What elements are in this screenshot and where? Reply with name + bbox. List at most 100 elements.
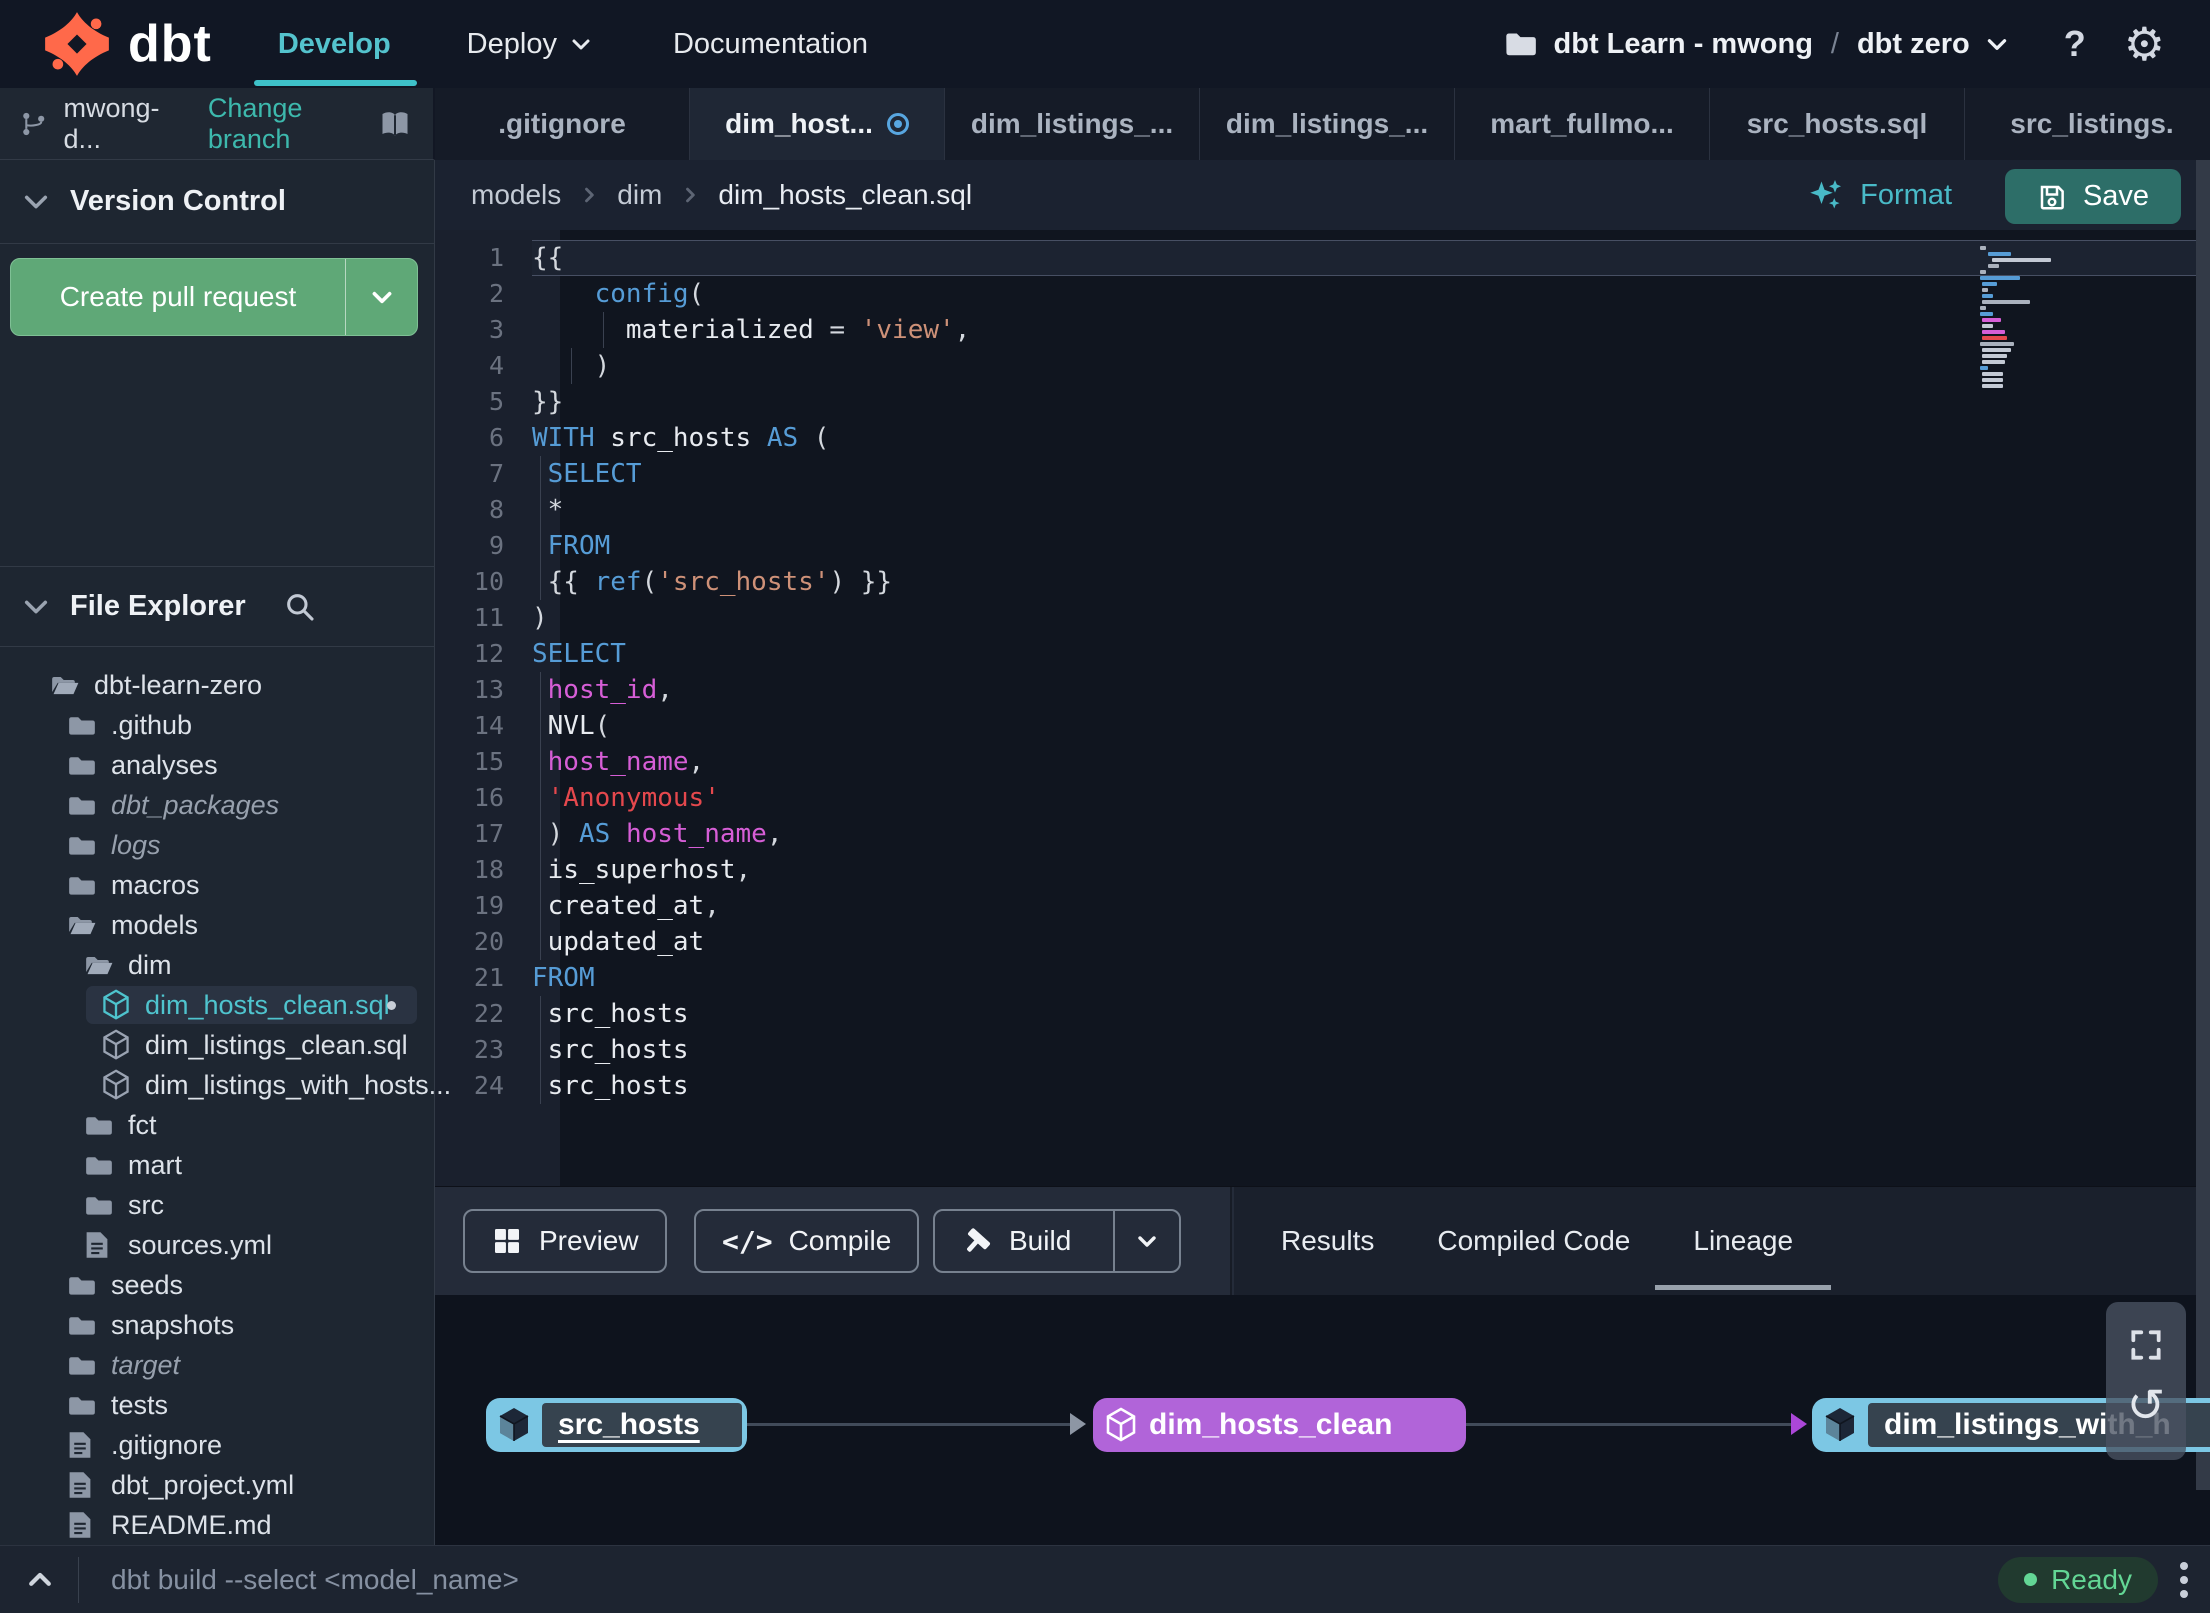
change-branch-link[interactable]: Change branch — [208, 93, 377, 155]
code-line[interactable]: 19 created_at, — [435, 888, 2210, 924]
lineage-node-dim_hosts_clean[interactable]: dim_hosts_clean — [1093, 1398, 1466, 1452]
pr-dropdown-button[interactable] — [345, 259, 417, 335]
tree-item-tests[interactable]: tests — [0, 1385, 434, 1425]
save-button[interactable]: Save — [2005, 169, 2181, 224]
tree-item--github[interactable]: .github — [0, 705, 434, 745]
lineage-node-src_hosts[interactable]: src_hosts — [486, 1398, 747, 1452]
code-line[interactable]: 22 src_hosts — [435, 996, 2210, 1032]
tree-item-dbt-project-yml[interactable]: dbt_project.yml — [0, 1465, 434, 1505]
tree-item-seeds[interactable]: seeds — [0, 1265, 434, 1305]
kebab-menu-icon[interactable] — [2180, 1561, 2188, 1598]
folder-icon — [67, 1352, 97, 1378]
tree-item-macros[interactable]: macros — [0, 865, 434, 905]
tab-compiled-code[interactable]: Compiled Code — [1437, 1225, 1630, 1257]
code-line[interactable]: 21 FROM — [435, 960, 2210, 996]
code-line[interactable]: 11) — [435, 600, 2210, 636]
tree-item-logs[interactable]: logs — [0, 825, 434, 865]
tree-item-dim-listings-with-hosts-[interactable]: dim_listings_with_hosts... — [0, 1065, 451, 1105]
tree-item-dim-listings-clean-sql[interactable]: dim_listings_clean.sql — [0, 1025, 434, 1065]
code-line[interactable]: 7 SELECT — [435, 456, 2210, 492]
nav-right-cluster: dbt Learn - mwong / dbt zero ? ⚙ — [1504, 21, 2165, 67]
tab-lineage[interactable]: Lineage — [1655, 1225, 1831, 1290]
fullscreen-icon[interactable] — [2127, 1326, 2165, 1364]
nav-deploy[interactable]: Deploy — [467, 28, 593, 61]
code-line[interactable]: 8 * — [435, 492, 2210, 528]
preview-button[interactable]: Preview — [463, 1209, 667, 1273]
tree-item-mart[interactable]: mart — [0, 1145, 434, 1185]
tree-item-sources-yml[interactable]: sources.yml — [0, 1225, 434, 1265]
line-number: 4 — [488, 351, 504, 380]
tree-item-fct[interactable]: fct — [0, 1105, 434, 1145]
tab-label: dim_listings_... — [970, 108, 1174, 139]
help-icon[interactable]: ? — [2064, 23, 2086, 65]
tab-results[interactable]: Results — [1281, 1225, 1374, 1257]
chevron-down-icon[interactable] — [1984, 31, 2010, 57]
code-line[interactable]: 23 src_hosts — [435, 1032, 2210, 1068]
dbt-logo[interactable]: dbt — [38, 10, 212, 78]
code-line[interactable]: 24 src_hosts — [435, 1068, 2210, 1104]
minimap[interactable] — [1980, 246, 2052, 390]
code-line[interactable]: 16 'Anonymous' — [435, 780, 2210, 816]
code-line[interactable]: 10 {{ ref('src_hosts') }} — [435, 564, 2210, 600]
chevron-up-icon[interactable] — [22, 1565, 58, 1595]
vertical-scrollbar[interactable] — [2196, 160, 2210, 1490]
line-content: {{ — [532, 240, 2210, 276]
editor-tab[interactable]: src_listings. — [1965, 88, 2210, 160]
status-badge[interactable]: Ready — [1998, 1556, 2158, 1603]
code-line[interactable]: 17 ) AS host_name, — [435, 816, 2210, 852]
gear-icon[interactable]: ⚙ — [2124, 21, 2165, 67]
tree-item-models[interactable]: models — [0, 905, 434, 945]
compile-button[interactable]: </> Compile — [694, 1209, 920, 1273]
code-line[interactable]: 14 NVL( — [435, 708, 2210, 744]
tree-item--gitignore[interactable]: .gitignore — [0, 1425, 434, 1465]
version-control-header[interactable]: Version Control — [0, 160, 434, 244]
editor-tab[interactable]: dim_listings_... — [945, 88, 1200, 160]
tree-item-dbt-learn-zero[interactable]: dbt-learn-zero — [0, 665, 434, 705]
build-dropdown-button[interactable] — [1113, 1211, 1179, 1271]
code-line[interactable]: 15 host_name, — [435, 744, 2210, 780]
code-line[interactable]: 18 is_superhost, — [435, 852, 2210, 888]
line-content: materialized = 'view', — [532, 312, 2210, 348]
create-pull-request-button[interactable]: Create pull request — [10, 258, 418, 336]
format-button[interactable]: Format — [1808, 160, 1952, 230]
code-line[interactable]: 4 ) — [435, 348, 2210, 384]
code-line[interactable]: 13 host_id, — [435, 672, 2210, 708]
code-line[interactable]: 12 SELECT — [435, 636, 2210, 672]
code-editor[interactable]: 1{{2 config(3 materialized = 'view', 4 ) 5… — [435, 230, 2210, 1186]
code-line[interactable]: 9 FROM — [435, 528, 2210, 564]
tree-item-dbt-packages[interactable]: dbt_packages — [0, 785, 434, 825]
line-number: 19 — [473, 891, 504, 920]
editor-tab[interactable]: dim_host... — [690, 88, 945, 160]
code-line[interactable]: 5}} — [435, 384, 2210, 420]
environment-selector[interactable]: dbt zero — [1857, 28, 1970, 61]
command-input[interactable]: dbt build --select <model_name> — [111, 1564, 519, 1596]
code-line[interactable]: 3 materialized = 'view', — [435, 312, 2210, 348]
editor-tab[interactable]: src_hosts.sql — [1710, 88, 1965, 160]
tree-item-dim-hosts-clean-sql[interactable]: dim_hosts_clean.sql — [0, 985, 434, 1025]
editor-tab[interactable]: dim_listings_... — [1200, 88, 1455, 160]
folder-icon — [67, 752, 97, 778]
reset-view-icon[interactable]: ↺ — [2127, 1382, 2166, 1428]
editor-tab[interactable]: .gitignore — [435, 88, 690, 160]
code-line[interactable]: 2 config( — [435, 276, 2210, 312]
code-line[interactable]: 1 {{ — [435, 240, 2210, 276]
file-explorer-header[interactable]: File Explorer — [0, 566, 434, 647]
lineage-controls: ↺ — [2106, 1302, 2186, 1460]
nav-develop[interactable]: Develop — [253, 28, 417, 86]
tree-item-snapshots[interactable]: snapshots — [0, 1305, 434, 1345]
top-navbar: dbt Develop Deploy Documentation dbt Lea… — [0, 0, 2210, 88]
code-line[interactable]: 20 updated_at — [435, 924, 2210, 960]
nav-documentation[interactable]: Documentation — [673, 28, 868, 61]
editor-tab[interactable]: mart_fullmo... — [1455, 88, 1710, 160]
docs-book-icon[interactable] — [377, 109, 413, 139]
tree-item-analyses[interactable]: analyses — [0, 745, 434, 785]
project-name[interactable]: dbt Learn - mwong — [1554, 28, 1813, 61]
tree-item-dim[interactable]: dim — [0, 945, 434, 985]
tree-item-src[interactable]: src — [0, 1185, 434, 1225]
tree-item-readme-md[interactable]: README.md — [0, 1505, 434, 1545]
line-number: 3 — [488, 315, 504, 344]
code-line[interactable]: 6 WITH src_hosts AS ( — [435, 420, 2210, 456]
tree-item-target[interactable]: target — [0, 1345, 434, 1385]
search-icon[interactable] — [284, 591, 316, 623]
build-button[interactable]: Build — [935, 1211, 1097, 1271]
